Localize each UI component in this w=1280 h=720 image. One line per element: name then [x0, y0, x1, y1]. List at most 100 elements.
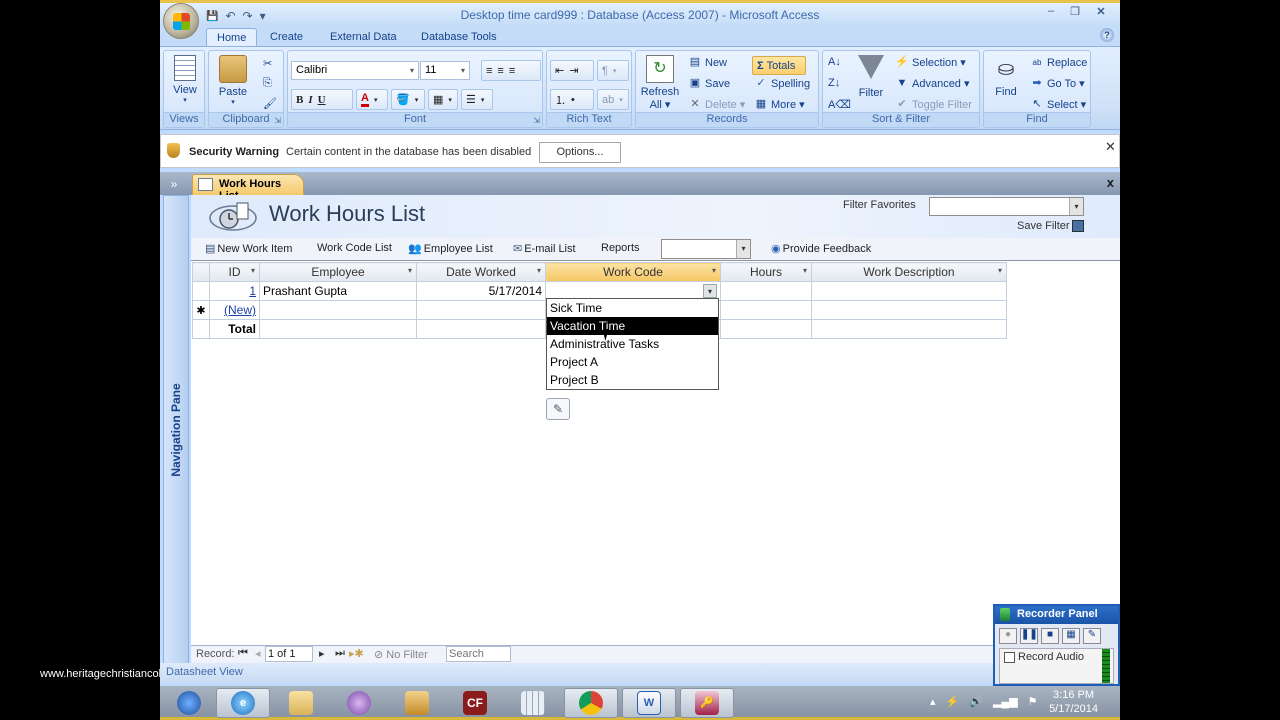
- close-security-bar-icon[interactable]: ✕: [1105, 139, 1116, 155]
- dropdown-option[interactable]: Administrative Tasks: [547, 335, 718, 353]
- document-tab-work-hours-list[interactable]: Work Hours List: [192, 174, 304, 202]
- list-buttons[interactable]: ⒈ •: [550, 89, 594, 110]
- total-row-selector[interactable]: [192, 319, 210, 339]
- column-header-id[interactable]: ID ▾: [209, 262, 260, 282]
- taskbar-calculator[interactable]: [506, 688, 560, 718]
- save-filter-button[interactable]: Save Filter: [1017, 220, 1084, 232]
- toggle-filter-button[interactable]: ✔ Toggle Filter: [895, 98, 972, 111]
- first-record-icon[interactable]: ⏮: [238, 647, 248, 660]
- select-button[interactable]: ↖ Select ▾: [1030, 98, 1086, 111]
- cell-work-description[interactable]: [811, 281, 1007, 301]
- paragraph-direction-button[interactable]: ¶ ▾: [597, 60, 629, 81]
- font-launcher-icon[interactable]: ⇲: [533, 116, 540, 125]
- copy-icon[interactable]: ⎘: [263, 77, 272, 90]
- clock[interactable]: 3:16 PM 5/17/2014: [1049, 688, 1098, 716]
- no-filter-button[interactable]: ⊘ No Filter: [374, 648, 428, 661]
- clear-sort-button[interactable]: A⌫: [828, 98, 851, 111]
- new-work-item-button[interactable]: ▤ New Work Item: [205, 242, 292, 256]
- font-name-combo[interactable]: Calibri ▾: [291, 61, 419, 80]
- taskbar-messenger[interactable]: [332, 688, 386, 718]
- cell-date-worked[interactable]: [416, 300, 546, 320]
- start-button[interactable]: [162, 688, 216, 718]
- underline-button[interactable]: U: [318, 94, 326, 106]
- cell-hours[interactable]: [720, 300, 812, 320]
- spelling-button[interactable]: ✓ Spelling: [754, 77, 810, 90]
- highlight-button[interactable]: ab ▾: [597, 89, 629, 110]
- new-record-nav-icon[interactable]: ▸✱: [349, 647, 364, 660]
- customize-qat-icon[interactable]: ▾: [260, 9, 266, 23]
- sort-descending-button[interactable]: Z↓: [828, 77, 840, 89]
- italic-button[interactable]: I: [308, 94, 312, 106]
- goto-button[interactable]: ➡ Go To ▾: [1030, 77, 1084, 90]
- close-window-button[interactable]: ✕: [1090, 5, 1112, 21]
- cell-description-total[interactable]: [811, 319, 1007, 339]
- stop-icon[interactable]: ■: [1041, 628, 1059, 644]
- column-header-work-code[interactable]: Work Code ▾: [545, 262, 721, 282]
- selection-button[interactable]: ⚡ Selection ▾: [895, 56, 966, 69]
- draw-icon[interactable]: ✎: [1083, 628, 1101, 644]
- last-record-icon[interactable]: ⏭: [335, 647, 345, 660]
- redo-icon[interactable]: ↷: [243, 9, 253, 23]
- cell-employee[interactable]: Prashant Gupta: [259, 281, 417, 301]
- action-center-flag-icon[interactable]: ⚑: [1028, 695, 1038, 708]
- work-code-list-button[interactable]: Work Code List: [317, 242, 392, 254]
- format-painter-icon[interactable]: 🖌: [263, 97, 277, 110]
- cell-date-total[interactable]: [416, 319, 546, 339]
- close-document-button[interactable]: x: [1107, 175, 1114, 190]
- taskbar-word[interactable]: W: [622, 688, 676, 718]
- sort-ascending-button[interactable]: A↓: [828, 56, 841, 68]
- cell-employee[interactable]: [259, 300, 417, 320]
- dropdown-option-highlighted[interactable]: Vacation Time: [547, 317, 718, 335]
- pause-icon[interactable]: ❚❚: [1020, 628, 1038, 644]
- filter-button[interactable]: Filter: [853, 55, 889, 99]
- next-record-icon[interactable]: ▸: [319, 647, 325, 660]
- filter-favorites-combo[interactable]: ▾: [929, 197, 1084, 216]
- align-right-icon[interactable]: ≡: [509, 65, 515, 77]
- new-row-selector[interactable]: ✱: [192, 300, 210, 320]
- previous-record-icon[interactable]: ◂: [255, 647, 261, 660]
- advanced-button[interactable]: ▼ Advanced ▾: [895, 77, 970, 90]
- taskbar-media-player[interactable]: [390, 688, 444, 718]
- reports-combo[interactable]: ▾: [661, 239, 751, 259]
- paste-button[interactable]: Paste ▾: [215, 55, 251, 106]
- undo-icon[interactable]: ↶: [225, 9, 235, 23]
- tab-home[interactable]: Home: [206, 28, 258, 47]
- taskbar-access[interactable]: 🔑: [680, 688, 734, 718]
- align-left-icon[interactable]: ≡: [486, 65, 492, 77]
- settings-icon[interactable]: ▦: [1062, 628, 1080, 644]
- bold-button[interactable]: B: [296, 94, 303, 106]
- align-center-icon[interactable]: ≡: [497, 65, 503, 77]
- edit-list-items-icon[interactable]: ✎: [546, 398, 570, 420]
- column-header-hours[interactable]: Hours ▾: [720, 262, 812, 282]
- tab-database-tools[interactable]: Database Tools: [411, 28, 507, 47]
- new-record-button[interactable]: ▤ New: [688, 56, 727, 69]
- column-header-work-description[interactable]: Work Description ▾: [811, 262, 1007, 282]
- navigation-pane[interactable]: Navigation Pane: [163, 195, 189, 665]
- search-input[interactable]: [446, 646, 511, 662]
- column-header-employee[interactable]: Employee ▾: [259, 262, 417, 282]
- select-all-cell[interactable]: [192, 262, 210, 282]
- cell-employee-total[interactable]: [259, 319, 417, 339]
- dropdown-option[interactable]: Sick Time: [547, 299, 718, 317]
- find-button[interactable]: ⛀ Find: [988, 55, 1024, 98]
- refresh-all-button[interactable]: ↻ Refresh All ▾: [639, 55, 681, 111]
- save-record-button[interactable]: ▣ Save: [688, 77, 730, 90]
- tab-external-data[interactable]: External Data: [320, 28, 407, 47]
- column-header-date-worked[interactable]: Date Worked ▾: [416, 262, 546, 282]
- work-code-dropdown-button[interactable]: ▾: [703, 284, 717, 298]
- fill-color-button[interactable]: 🪣 ▾: [391, 89, 425, 110]
- network-signal-icon[interactable]: ▂▄▆: [993, 695, 1018, 708]
- more-button[interactable]: ▦ More ▾: [754, 98, 805, 111]
- indent-buttons[interactable]: ⇤ ⇥: [550, 60, 594, 81]
- employee-list-button[interactable]: 👥 Employee List: [408, 242, 493, 256]
- nav-pane-toggle[interactable]: »: [163, 175, 185, 193]
- taskbar-internet-explorer[interactable]: e: [216, 688, 270, 718]
- record-icon[interactable]: ●: [999, 628, 1017, 644]
- view-button[interactable]: View ▾: [169, 55, 201, 104]
- volume-icon[interactable]: 🔊: [969, 695, 983, 708]
- email-list-button[interactable]: ✉ E-mail List: [513, 242, 576, 256]
- font-color-button[interactable]: A ▾: [356, 89, 388, 110]
- tab-create[interactable]: Create: [260, 28, 313, 47]
- cell-hours-total[interactable]: [720, 319, 812, 339]
- cell-date-worked[interactable]: 5/17/2014: [416, 281, 546, 301]
